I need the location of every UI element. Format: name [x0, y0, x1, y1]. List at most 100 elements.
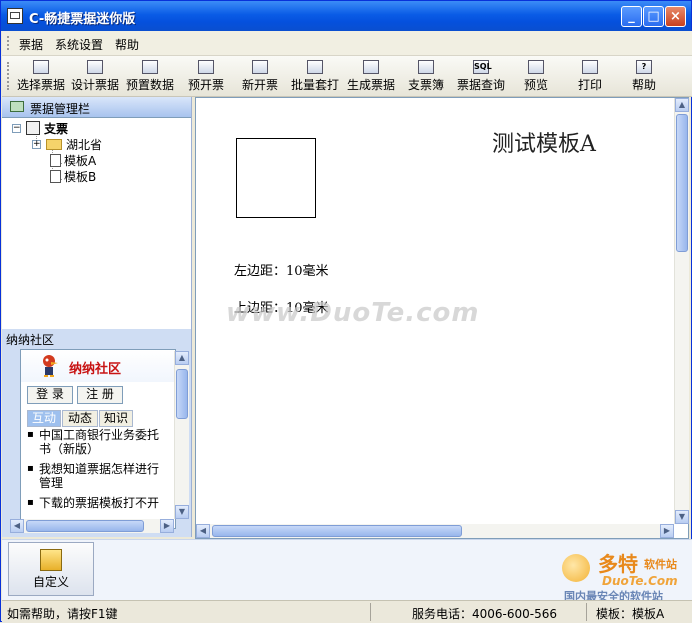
preset-data-icon: [142, 60, 158, 74]
tab-news[interactable]: 动态: [62, 410, 98, 427]
generate-icon: [363, 60, 379, 74]
site-logo: 多特 软件站 DuoTe.Com 国内最安全的软件站: [562, 548, 692, 603]
scroll-down-button[interactable]: ▼: [675, 510, 689, 524]
maximize-button[interactable]: □: [643, 6, 664, 27]
status-phone: 服务电话：4006-600-566: [412, 607, 558, 621]
scroll-thumb[interactable]: [176, 369, 188, 419]
toolbar: 选择票据 设计票据 预置数据 预开票 新开票 批量套打 生成票据 支票簿 SQL…: [2, 56, 692, 97]
logo-brand: 多特: [598, 552, 638, 576]
tree-node-folder[interactable]: 湖北省: [46, 136, 102, 153]
ticket-canvas[interactable]: 测试模板A 左边距：10毫米 上边距：10毫米 www.DuoTe.com ▲ …: [195, 97, 689, 539]
menu-settings[interactable]: 系统设置: [55, 36, 103, 53]
community-banner: 纳纳社区: [21, 350, 175, 382]
scroll-left-button[interactable]: ◀: [10, 519, 24, 533]
scroll-left-button[interactable]: ◀: [196, 524, 210, 538]
custom-label: 自定义: [32, 575, 69, 589]
scroll-right-button[interactable]: ▶: [660, 524, 674, 538]
new-invoice-icon: [252, 60, 268, 74]
community-header: 纳纳社区: [6, 333, 55, 347]
menu-bar: 票据 系统设置 帮助: [2, 31, 692, 56]
help-button[interactable]: ? 帮助: [630, 58, 658, 94]
folder-icon: [46, 139, 62, 150]
tree-collapse-toggle[interactable]: −: [12, 124, 21, 133]
ticket-tree: − 支票 + 湖北省 模板A 模板B: [2, 119, 191, 329]
title-bar[interactable]: C-畅捷票据迷你版 _ □ ×: [1, 1, 691, 31]
community-vertical-scrollbar[interactable]: ▲ ▼: [174, 351, 189, 519]
mascot-icon: [43, 355, 58, 377]
tab-knowledge[interactable]: 知识: [99, 410, 133, 427]
tree-node-template-b[interactable]: 模板B: [50, 168, 96, 185]
minimize-button[interactable]: _: [621, 6, 642, 27]
community-horizontal-scrollbar[interactable]: ◀ ▶: [10, 519, 174, 533]
checkbook-icon: [26, 121, 40, 135]
community-title: 纳纳社区: [69, 362, 122, 377]
tree-node-label: 模板B: [64, 170, 97, 184]
preset-data-button[interactable]: 预置数据: [124, 58, 176, 94]
menu-help[interactable]: 帮助: [115, 36, 139, 53]
scroll-thumb[interactable]: [212, 525, 462, 537]
tree-node-template-a[interactable]: 模板A: [50, 152, 96, 169]
status-template: 模板：模板A: [596, 607, 665, 621]
toolbar-grip: [7, 62, 12, 90]
watermark-text: www.DuoTe.com: [226, 298, 480, 328]
pre-invoice-icon: [198, 60, 214, 74]
ticket-title[interactable]: 测试模板A: [492, 126, 596, 158]
scroll-up-button[interactable]: ▲: [675, 98, 689, 112]
close-button[interactable]: ×: [665, 6, 686, 27]
left-margin-text[interactable]: 左边距：10毫米: [234, 260, 329, 279]
tree-node-label: 湖北省: [66, 138, 103, 152]
menu-ticket[interactable]: 票据: [19, 36, 43, 53]
community-list: 中国工商银行业务委托书（新版） 我想知道票据怎样进行管理 下载的票据模板打不开: [27, 428, 169, 516]
tree-node-root[interactable]: 支票: [26, 120, 68, 137]
pre-invoice-button[interactable]: 预开票: [186, 58, 226, 94]
help-icon: ?: [636, 60, 652, 74]
scroll-down-button[interactable]: ▼: [175, 505, 189, 519]
canvas-horizontal-scrollbar[interactable]: ◀ ▶: [196, 524, 674, 538]
logo-suffix: 软件站: [644, 558, 677, 571]
custom-icon: [40, 549, 62, 571]
status-separator: [586, 603, 587, 621]
panel-header: 票据管理栏: [2, 97, 191, 118]
canvas-vertical-scrollbar[interactable]: ▲ ▼: [674, 98, 689, 524]
checkbook-icon: [418, 60, 434, 74]
design-ticket-button[interactable]: 设计票据: [70, 58, 120, 94]
scroll-right-button[interactable]: ▶: [160, 519, 174, 533]
panel-title: 票据管理栏: [30, 102, 91, 116]
scroll-thumb[interactable]: [26, 520, 144, 532]
query-ticket-button[interactable]: SQL 票据查询: [455, 58, 507, 94]
window-title: C-畅捷票据迷你版: [29, 12, 136, 27]
app-icon: [7, 8, 23, 24]
menu-grip: [7, 36, 12, 50]
scroll-up-button[interactable]: ▲: [175, 351, 189, 365]
bottom-bar: 自定义 多特 软件站 DuoTe.Com 国内最安全的软件站: [2, 539, 692, 603]
new-invoice-button[interactable]: 新开票: [240, 58, 280, 94]
preview-button[interactable]: 预览: [522, 58, 550, 94]
select-ticket-button[interactable]: 选择票据: [16, 58, 66, 94]
printer-icon: [582, 60, 598, 74]
generate-ticket-button[interactable]: 生成票据: [346, 58, 396, 94]
list-item[interactable]: 中国工商银行业务委托书（新版）: [27, 428, 169, 456]
open-folder-icon: [33, 60, 49, 74]
preview-icon: [528, 60, 544, 74]
login-button[interactable]: 登 录: [27, 386, 73, 404]
status-help: 如需帮助，请按F1键: [7, 607, 118, 621]
document-icon: [50, 154, 61, 167]
batch-print-button[interactable]: 批量套打: [290, 58, 340, 94]
status-bar: 如需帮助，请按F1键 服务电话：4006-600-566 模板：模板A: [2, 600, 692, 623]
document-icon: [50, 170, 61, 183]
list-item[interactable]: 下载的票据模板打不开: [27, 496, 169, 510]
community-panel: 纳纳社区 纳纳社区 登 录 注 册 互动 动态 知识 中国工商银行业务委托书（新…: [2, 329, 191, 537]
print-button[interactable]: 打印: [576, 58, 604, 94]
panel-icon: [10, 101, 24, 112]
design-icon: [87, 60, 103, 74]
image-placeholder-box[interactable]: [236, 138, 316, 218]
list-item[interactable]: 我想知道票据怎样进行管理: [27, 462, 169, 490]
tree-node-label: 模板A: [64, 154, 97, 168]
tree-expand-toggle[interactable]: +: [32, 140, 41, 149]
custom-button[interactable]: 自定义: [8, 542, 94, 596]
checkbook-button[interactable]: 支票簿: [406, 58, 446, 94]
tab-interaction[interactable]: 互动: [27, 410, 61, 427]
sql-query-icon: SQL: [473, 60, 492, 74]
register-button[interactable]: 注 册: [77, 386, 123, 404]
scroll-thumb[interactable]: [676, 114, 688, 252]
